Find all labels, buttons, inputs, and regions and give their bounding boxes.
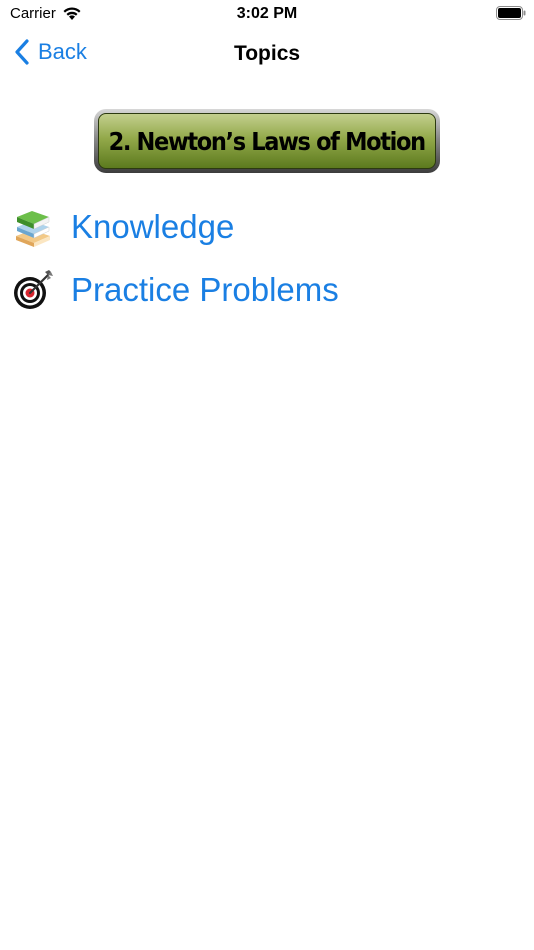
topic-item-knowledge[interactable]: Knowledge — [12, 195, 512, 258]
navigation-bar: Back Topics — [0, 28, 534, 82]
chapter-banner-face: 2. Newton’s Laws of Motion — [98, 113, 436, 169]
chapter-title: 2. Newton’s Laws of Motion — [108, 126, 427, 156]
topic-label-practice-problems: Practice Problems — [71, 270, 339, 308]
status-time: 3:02 PM — [236, 5, 298, 22]
topic-label-knowledge: Knowledge — [71, 207, 235, 245]
battery-icon — [496, 6, 526, 20]
topic-list: Knowledge Practice Problems — [12, 195, 512, 321]
topic-item-practice-problems[interactable]: Practice Problems — [12, 258, 512, 321]
books-icon — [16, 210, 50, 247]
status-bar: Carrier 3:02 PM — [0, 0, 534, 28]
chapter-banner: 2. Newton’s Laws of Motion — [94, 109, 440, 173]
page-title: Topics — [233, 42, 301, 65]
target-dart-icon — [14, 269, 53, 309]
